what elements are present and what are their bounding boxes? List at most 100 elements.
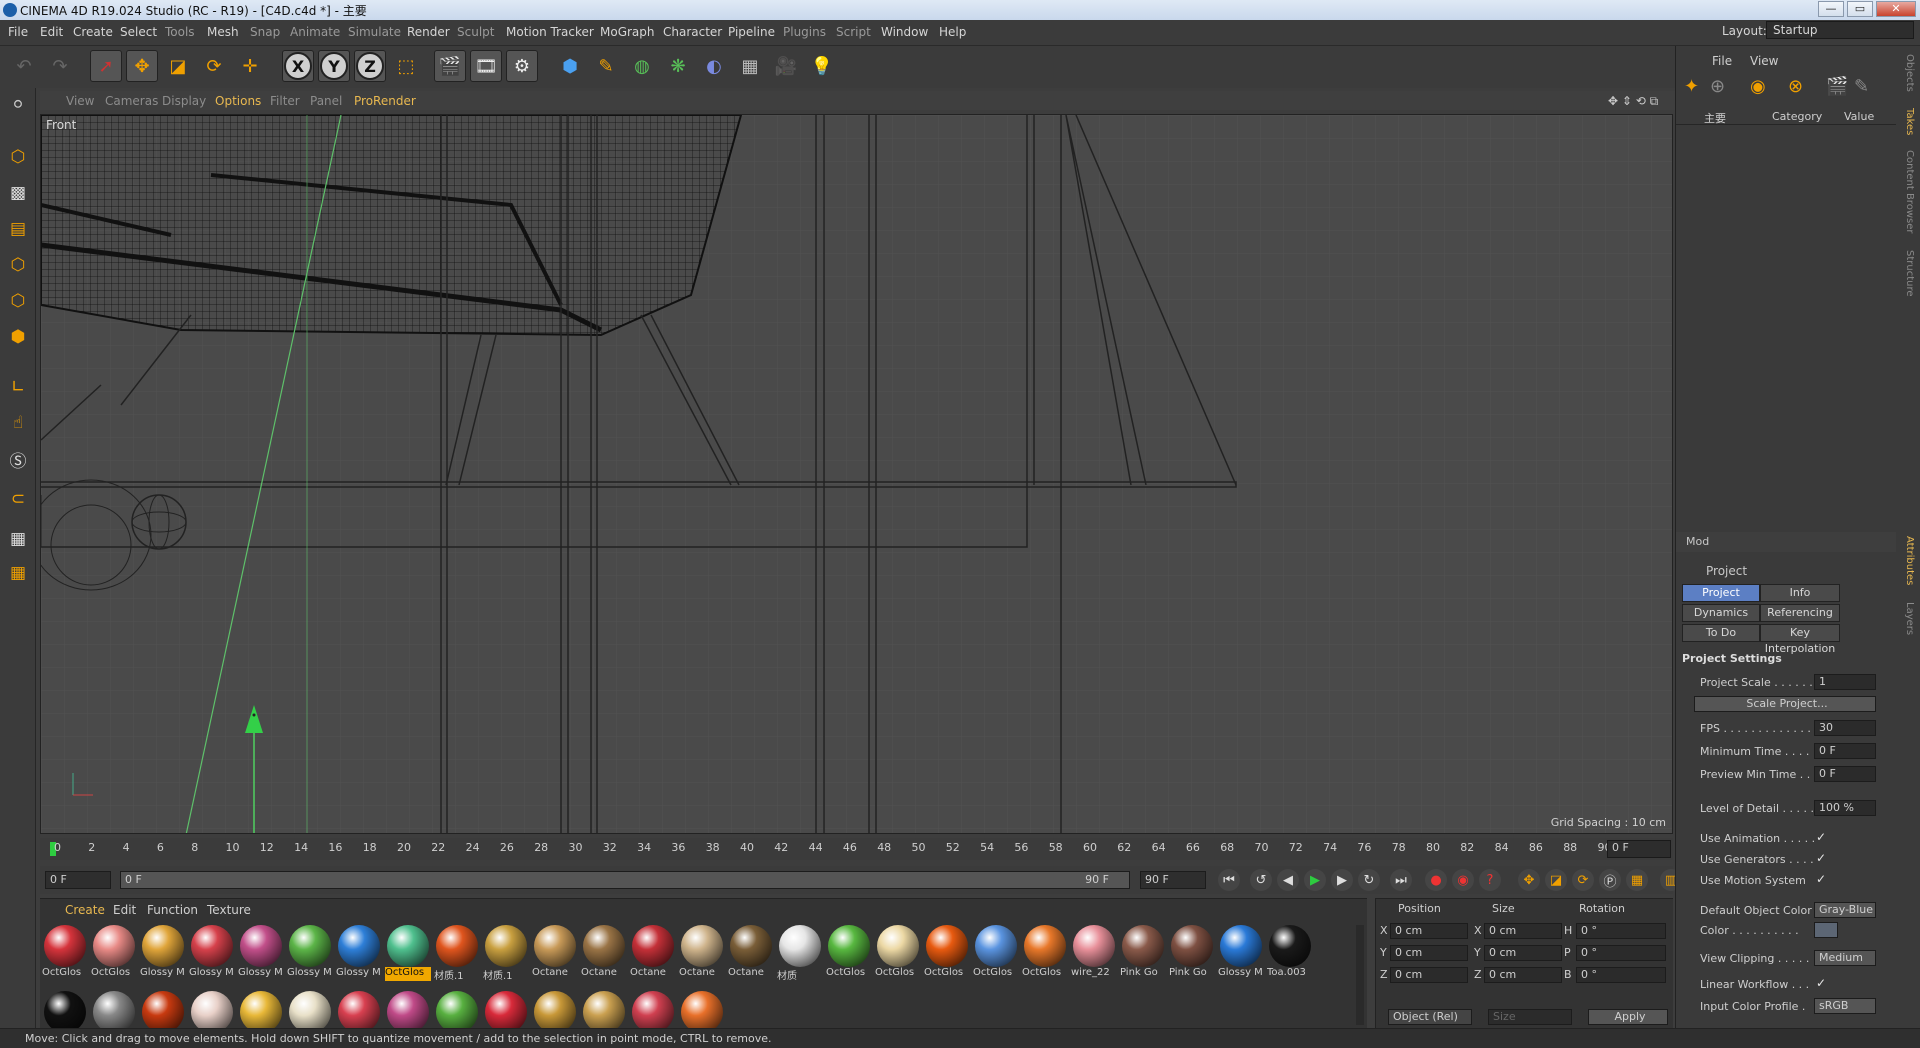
mat-menu-edit[interactable]: Edit	[113, 903, 136, 917]
apply-button[interactable]: Apply	[1588, 1009, 1668, 1025]
material-swatch[interactable]: OctGlos	[875, 925, 921, 981]
key-rotation-icon[interactable]: ⟳	[1572, 869, 1594, 891]
axis-mode-icon[interactable]: ∟	[3, 372, 33, 402]
material-swatch[interactable]: Glossy M	[140, 925, 186, 981]
tweak-mode-icon[interactable]: ☝	[3, 408, 33, 438]
material-swatch[interactable]: Toa.003	[1267, 925, 1313, 981]
material-swatch[interactable]: Glossy M	[189, 925, 235, 981]
workplane-mode-icon[interactable]: ▤	[3, 214, 33, 244]
object-link-icon[interactable]: ◉	[1750, 76, 1766, 97]
play-icon[interactable]: ▶	[1304, 869, 1326, 891]
material-swatch[interactable]: wire_22	[1071, 925, 1117, 981]
input-color-profile-dropdown[interactable]: sRGB	[1814, 998, 1876, 1014]
size-mode-dropdown[interactable]: Size	[1488, 1009, 1572, 1025]
material-swatch[interactable]: OctGlos	[973, 925, 1019, 981]
menu-pipeline[interactable]: Pipeline	[728, 25, 775, 39]
coord-size-field[interactable]: 0 cm	[1484, 945, 1562, 961]
floor-icon[interactable]: ▦	[734, 50, 766, 82]
coord-rotation-field[interactable]: 0 °	[1576, 967, 1666, 983]
material-swatch[interactable]: Pink Go	[1169, 925, 1215, 981]
menu-animate[interactable]: Animate	[290, 25, 340, 39]
polygons-mode-icon[interactable]: ⬢	[3, 322, 33, 352]
material-swatch[interactable]: OctGlos	[1022, 925, 1068, 981]
y-axis-lock-button[interactable]: Y	[318, 50, 350, 82]
minimum-time-field[interactable]: 0 F	[1814, 743, 1876, 759]
viewport-front[interactable]: Front Grid Spacing : 10 cm	[40, 114, 1673, 834]
z-axis-lock-button[interactable]: Z	[354, 50, 386, 82]
camera-icon[interactable]: 🎥	[770, 50, 802, 82]
fps-field[interactable]: 30	[1814, 720, 1876, 736]
goto-start-icon[interactable]: ⏮	[1218, 869, 1240, 891]
make-editable-icon[interactable]: ⚪	[3, 90, 33, 120]
viewport-nav-icons[interactable]: ✥ ⇕ ⟲ ⧉	[1608, 94, 1658, 109]
record-icon[interactable]: ●	[1425, 869, 1447, 891]
material-scrollbar[interactable]	[1356, 925, 1364, 1025]
texture-mode-icon[interactable]: ▩	[3, 178, 33, 208]
coord-rotation-field[interactable]: 0 °	[1576, 923, 1666, 939]
side-tab-structure[interactable]: Structure	[1904, 250, 1915, 297]
coord-mode-dropdown[interactable]: Object (Rel)	[1388, 1009, 1472, 1025]
menu-edit[interactable]: Edit	[40, 25, 63, 39]
live-selection-icon[interactable]: ➚	[90, 50, 122, 82]
material-swatch[interactable]: Octane	[581, 925, 627, 981]
move-tool-icon[interactable]: ✥	[126, 50, 158, 82]
goto-end-icon[interactable]: ⏭	[1390, 869, 1412, 891]
menu-window[interactable]: Window	[881, 25, 928, 39]
material-swatch[interactable]: 材质.1	[483, 925, 529, 981]
menu-snap[interactable]: Snap	[250, 25, 280, 39]
material-swatch[interactable]: OctGlos	[826, 925, 872, 981]
object-tool-icon[interactable]: ⊕	[1710, 76, 1725, 97]
vp-menu-prorender[interactable]: ProRender	[354, 94, 416, 108]
material-swatch[interactable]: Glossy M	[336, 925, 382, 981]
material-swatch[interactable]: 材质	[777, 925, 823, 981]
clapper-icon[interactable]: 🎬	[1826, 76, 1848, 97]
subdivision-surface-icon[interactable]: ◍	[626, 50, 658, 82]
project-scale-field[interactable]: 1	[1814, 674, 1876, 690]
use-generators-checkbox[interactable]: ✓	[1816, 851, 1826, 865]
material-swatch[interactable]: Glossy M	[238, 925, 284, 981]
cloner-icon[interactable]: ❋	[662, 50, 694, 82]
menu-select[interactable]: Select	[120, 25, 157, 39]
tab-dynamics[interactable]: Dynamics	[1682, 604, 1760, 622]
cube-object-icon[interactable]: ⬢	[554, 50, 586, 82]
mat-menu-texture[interactable]: Texture	[207, 903, 251, 917]
rotate-tool-icon[interactable]: ⟳	[198, 50, 230, 82]
next-key-icon[interactable]: ↻	[1358, 869, 1380, 891]
timeline-ruler[interactable]: 0 2 4 6 8 10 12 14 16 18 20 22 24 26 28 30 32 34 36 38 40 42 4…	[40, 838, 1673, 860]
tab-project-settings[interactable]: Project Settings	[1682, 584, 1760, 615]
key-parameter-icon[interactable]: Ⓟ	[1599, 869, 1621, 891]
snapping-icon[interactable]: ⊂	[3, 484, 33, 514]
coord-size-field[interactable]: 0 cm	[1484, 923, 1562, 939]
prev-frame-icon[interactable]: ◀	[1277, 869, 1299, 891]
tab-referencing[interactable]: Referencing	[1760, 604, 1840, 622]
vp-menu-panel[interactable]: Panel	[310, 94, 342, 108]
side-tab-objects[interactable]: Objects	[1904, 54, 1915, 92]
pen-spline-icon[interactable]: ✎	[590, 50, 622, 82]
recent-tool-icon[interactable]: ✛	[234, 50, 266, 82]
material-swatch[interactable]: Pink Go	[1120, 925, 1166, 981]
key-pla-icon[interactable]: ▦	[1626, 869, 1648, 891]
render-view-icon[interactable]: 🎬	[434, 50, 466, 82]
menu-plugins[interactable]: Plugins	[783, 25, 826, 39]
view-clipping-dropdown[interactable]: Medium	[1814, 950, 1876, 966]
coord-rotation-field[interactable]: 0 °	[1576, 945, 1666, 961]
objects-menu-file[interactable]: File	[1712, 54, 1732, 68]
material-swatch[interactable]: OctGlos	[385, 925, 431, 981]
objects-list[interactable]	[1676, 124, 1896, 464]
redo-icon[interactable]: ↷	[44, 50, 76, 82]
menu-script[interactable]: Script	[836, 25, 871, 39]
maximize-button[interactable]: ▭	[1847, 1, 1873, 17]
menu-character[interactable]: Character	[663, 25, 722, 39]
mat-menu-function[interactable]: Function	[147, 903, 198, 917]
model-mode-icon[interactable]: ⬡	[3, 142, 33, 172]
vp-menu-view[interactable]: View	[66, 94, 94, 108]
solo-mode-icon[interactable]: Ⓢ	[3, 444, 33, 474]
frame-range-slider[interactable]: 0 F 90 F	[120, 871, 1130, 889]
start-frame-field[interactable]: 0 F	[45, 871, 111, 889]
attributes-mode-menu[interactable]: Mod	[1686, 535, 1709, 548]
side-tab-takes[interactable]: Takes	[1904, 108, 1915, 135]
add-object-icon[interactable]: ✦	[1684, 76, 1699, 97]
material-swatch[interactable]: Octane	[728, 925, 774, 981]
tab-info[interactable]: Info	[1760, 584, 1840, 602]
close-button[interactable]: ✕	[1876, 1, 1916, 17]
